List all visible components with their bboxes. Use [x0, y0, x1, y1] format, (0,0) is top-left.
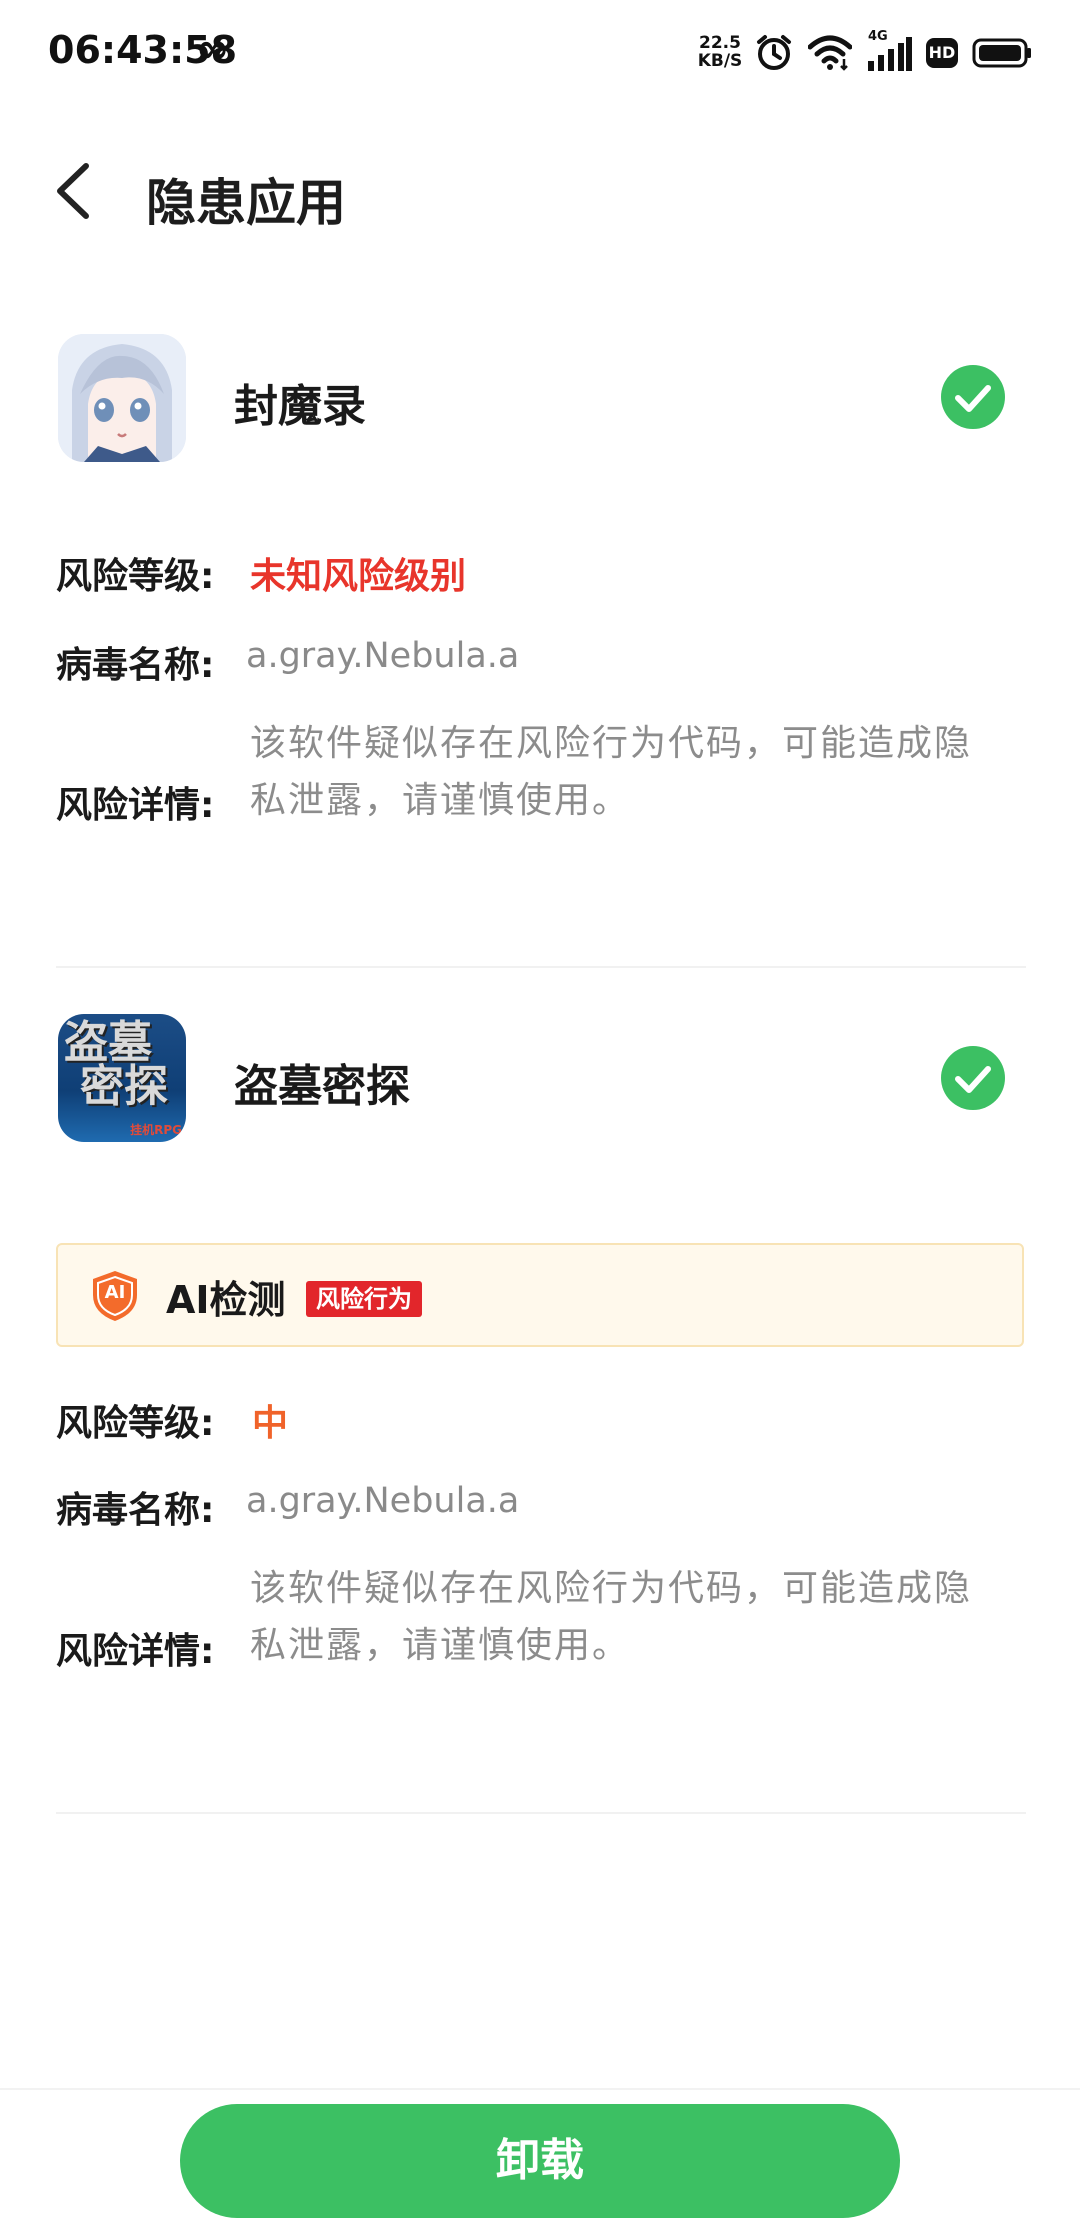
app-icon-text-line1: 盗墓: [64, 1017, 152, 1068]
risk-detail-label: 风险详情:: [56, 1631, 215, 1672]
virus-name-value: a.gray.Nebula.a: [246, 1481, 520, 1521]
virus-name-value: a.gray.Nebula.a: [246, 636, 520, 676]
risk-level-value: 中: [252, 1403, 289, 1444]
virus-name-label: 病毒名称:: [56, 645, 215, 686]
risk-level-value: 未知风险级别: [250, 556, 467, 597]
app-icon-daomumitan: 盗墓 密探 挂机RPG: [58, 1014, 186, 1142]
shield-text: AI: [104, 1282, 126, 1303]
risk-detail-value: 该软件疑似存在风险行为代码，可能造成隐私泄露，请谨慎使用。: [250, 723, 973, 821]
page-title: 隐患应用: [146, 174, 346, 232]
network-speed: 22.5 KB/S: [696, 34, 744, 70]
back-button[interactable]: [46, 158, 106, 224]
status-icons: 4G HD: [754, 26, 1032, 80]
virus-name-label: 病毒名称:: [56, 1490, 215, 1531]
check-circle-icon[interactable]: [940, 1045, 1006, 1111]
chevron-left-icon: [57, 163, 89, 219]
app-icon-badge-text: 挂机RPG: [130, 1123, 182, 1137]
app-icon-text-line2: 密探: [80, 1061, 168, 1112]
check-circle-icon[interactable]: [940, 364, 1006, 430]
anime-girl-icon: [58, 334, 186, 462]
wifi-icon: [808, 35, 852, 71]
risk-detail-label: 风险详情:: [56, 785, 215, 826]
hd-icon: HD: [926, 38, 958, 68]
divider: [56, 1812, 1026, 1814]
risk-detail-value: 该软件疑似存在风险行为代码，可能造成隐私泄露，请谨慎使用。: [250, 1568, 973, 1666]
app-name: 盗墓密探: [234, 1061, 410, 1112]
alarm-icon: [757, 35, 791, 70]
app-icon-fengmolu: [58, 334, 186, 462]
signal-icon: 4G: [866, 29, 912, 73]
network-speed-unit: KB/S: [697, 51, 743, 71]
ai-detection-title: AI检测: [166, 1278, 286, 1322]
risk-level-label: 风险等级:: [56, 556, 215, 597]
uninstall-button[interactable]: 卸载: [180, 2104, 900, 2218]
risk-level-label: 风险等级:: [56, 1403, 215, 1444]
risk-behavior-badge: 风险行为: [306, 1281, 422, 1317]
footer-divider: [0, 2088, 1080, 2090]
divider: [56, 966, 1026, 968]
app-name: 封魔录: [234, 381, 366, 432]
ai-detection-box: AI AI检测 风险行为: [56, 1243, 1024, 1347]
battery-icon: [972, 38, 1031, 68]
shield-icon: AI: [90, 1269, 140, 1323]
hd-label: HD: [928, 43, 956, 62]
infinity-icon: ∞: [196, 26, 230, 72]
network-speed-value: 22.5: [699, 33, 741, 53]
